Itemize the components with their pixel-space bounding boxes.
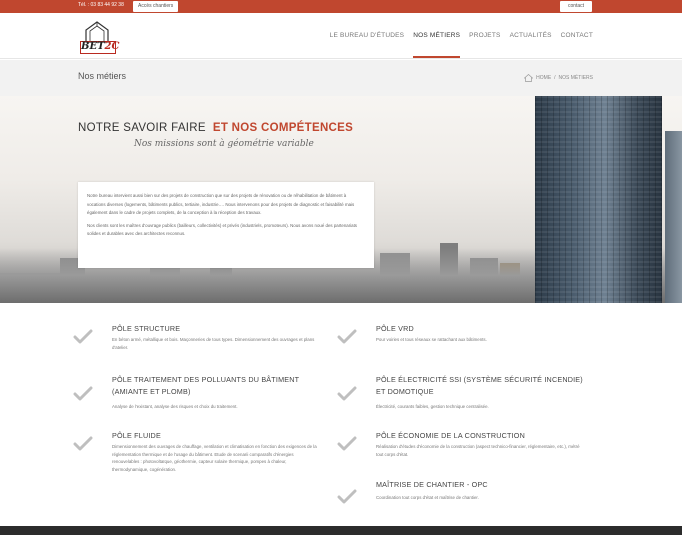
service-title: PÔLE ÉCONOMIE DE LA CONSTRUCTION <box>376 431 525 440</box>
service-description: En béton armé, métallique et bois. Maçon… <box>112 337 315 350</box>
page-title-band: Nos métiers HOME / NOS MÉTIERS <box>0 60 682 96</box>
service-title: PÔLE FLUIDE <box>112 431 161 440</box>
check-icon <box>73 329 93 344</box>
nav-item-contact[interactable]: CONTACT <box>561 32 593 39</box>
chantiers-access-button[interactable]: Accès chantiers <box>133 1 179 12</box>
service-item: PÔLE TRAITEMENT DES POLLUANTS DU BÂTIMEN… <box>73 374 333 414</box>
house-logo-icon <box>85 21 109 43</box>
check-icon <box>337 329 357 344</box>
service-item: PÔLE STRUCTURE En béton armé, métallique… <box>73 323 333 363</box>
phone-number: Tél. : 03 83 44 92 38 <box>78 2 124 8</box>
nav-item-projets[interactable]: PROJETS <box>469 32 500 39</box>
service-title: PÔLE VRD <box>376 324 414 333</box>
service-item: PÔLE ÉCONOMIE DE LA CONSTRUCTION Réalisa… <box>337 430 597 470</box>
home-icon[interactable] <box>524 74 534 82</box>
logo-text: BET2C <box>80 41 120 54</box>
check-icon <box>337 436 357 451</box>
service-item: MAÎTRISE DE CHANTIER - OPC Coordination … <box>337 479 597 519</box>
service-description: Dimensionnement des ouvrages de chauffag… <box>112 444 317 472</box>
hero-headline: NOTRE SAVOIR FAIRE ET NOS COMPÉTENCES <box>78 122 354 134</box>
service-title: MAÎTRISE DE CHANTIER - OPC <box>376 480 488 489</box>
service-item: PÔLE ÉLECTRICITÉ SSI (SYSTÈME SÉCURITÉ I… <box>337 374 597 414</box>
top-bar: Tél. : 03 83 44 92 38 Accès chantiers co… <box>0 0 682 13</box>
services-section: PÔLE STRUCTURE En béton armé, métallique… <box>0 303 682 526</box>
check-icon <box>337 489 357 504</box>
service-title: PÔLE ÉLECTRICITÉ SSI (SYSTÈME SÉCURITÉ I… <box>376 375 583 396</box>
breadcrumb-home[interactable]: HOME <box>536 75 551 81</box>
main-nav: LE BUREAU D'ÉTUDES NOS MÉTIERS PROJETS A… <box>321 32 593 58</box>
service-description: Électricité, courants faibles, gestion t… <box>376 404 489 409</box>
intro-paragraph: Notre bureau intervient aussi bien sur d… <box>87 193 355 216</box>
check-icon <box>73 386 93 401</box>
service-item: PÔLE FLUIDE Dimensionnement des ouvrages… <box>73 430 333 490</box>
breadcrumb: HOME / NOS MÉTIERS <box>524 74 593 82</box>
nav-item-metiers[interactable]: NOS MÉTIERS <box>413 32 461 58</box>
logo[interactable]: BET2C <box>79 21 120 55</box>
breadcrumb-separator: / <box>554 75 556 81</box>
site-header: BET2C LE BUREAU D'ÉTUDES NOS MÉTIERS PRO… <box>0 13 682 59</box>
check-icon <box>73 436 93 451</box>
nav-item-bureau[interactable]: LE BUREAU D'ÉTUDES <box>330 32 405 39</box>
service-title: PÔLE TRAITEMENT DES POLLUANTS DU BÂTIMEN… <box>112 375 300 396</box>
page-title: Nos métiers <box>78 71 127 81</box>
service-description: Réalisation d'études d'économie de la co… <box>376 444 580 457</box>
skyscraper-image <box>665 131 682 303</box>
skyscraper-image <box>535 96 662 303</box>
service-item: PÔLE VRD Pour voiries et tous réseaux se… <box>337 323 597 363</box>
contact-button[interactable]: contact <box>560 1 592 12</box>
service-description: Analyse de l'existant, analyse des risqu… <box>112 404 238 409</box>
service-description: Pour voiries et tous réseaux se rattacha… <box>376 337 487 342</box>
check-icon <box>337 386 357 401</box>
nav-item-actualites[interactable]: ACTUALITÉS <box>510 32 552 39</box>
intro-text-box: Notre bureau intervient aussi bien sur d… <box>78 182 374 268</box>
service-title: PÔLE STRUCTURE <box>112 324 181 333</box>
breadcrumb-current: NOS MÉTIERS <box>558 75 593 81</box>
service-description: Coordination tout corps d'état et maîtri… <box>376 495 479 500</box>
intro-paragraph: Nos clients sont les maîtres d'ouvrage p… <box>87 222 358 237</box>
hero-subline: Nos missions sont à géométrie variable <box>134 139 314 149</box>
footer-bar <box>0 526 682 535</box>
hero-section: NOTRE SAVOIR FAIRE ET NOS COMPÉTENCES No… <box>0 96 682 303</box>
